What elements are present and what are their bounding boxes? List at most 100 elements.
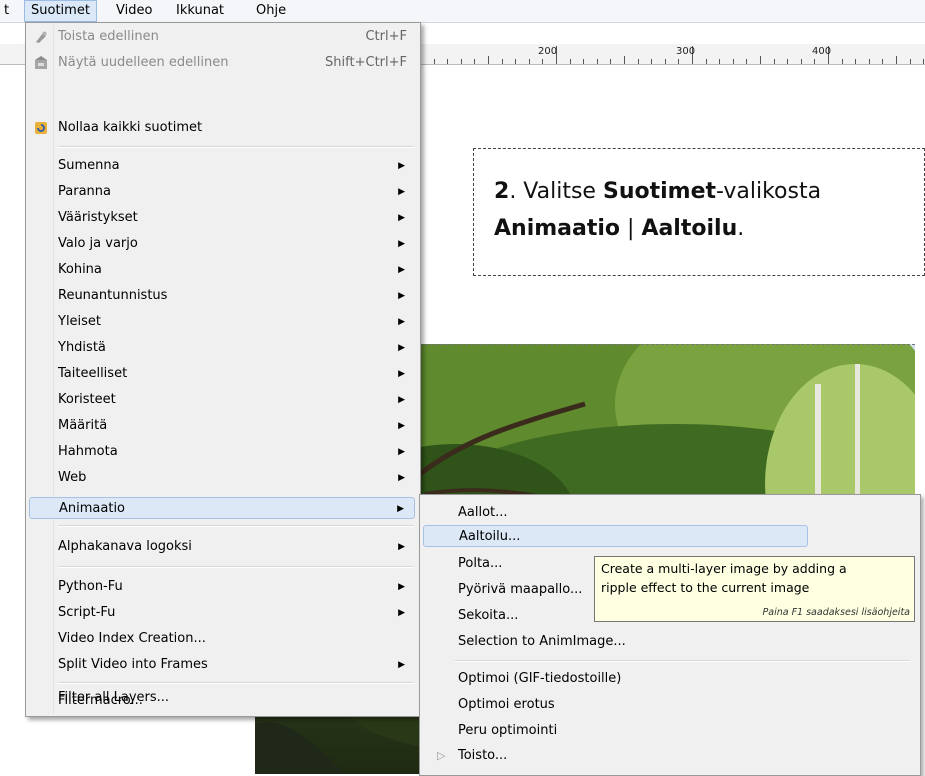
submenu-arrow-icon: ▶ <box>398 447 405 457</box>
menu-item-web[interactable]: Web ▶ <box>29 467 415 489</box>
ruler-tick <box>706 59 707 64</box>
menu-item-script-fu[interactable]: Script-Fu ▶ <box>29 602 415 624</box>
menu-item-light-shadow[interactable]: Valo ja varjo ▶ <box>29 233 415 255</box>
ruler-tick <box>529 59 530 64</box>
menu-item-label: Nollaa kaikki suotimet <box>58 120 203 135</box>
tooltip-line: Create a multi-layer image by adding a <box>601 561 847 576</box>
ruler-tick <box>855 59 856 64</box>
menu-item-split-video[interactable]: Split Video into Frames ▶ <box>29 654 415 676</box>
step-number: 2 <box>494 179 510 204</box>
menu-item-video-index[interactable]: Video Index Creation... <box>29 628 415 650</box>
menu-item-repeat-last[interactable]: Toista edellinen Ctrl+F <box>29 26 415 48</box>
menu-item-blur[interactable]: Sumenna ▶ <box>29 155 415 177</box>
menu-item-label: Pyörivä maapallo... <box>458 582 583 597</box>
submenu-item-waves[interactable]: Aallot... <box>423 502 913 524</box>
submenu-item-unoptimize[interactable]: Peru optimointi <box>423 720 913 742</box>
menu-item-combine[interactable]: Yhdistä ▶ <box>29 337 415 359</box>
menu-item-reset-all-filters[interactable]: Nollaa kaikki suotimet <box>29 117 415 139</box>
ruler-tick <box>542 59 543 64</box>
menu-item-artistic[interactable]: Taiteelliset ▶ <box>29 363 415 385</box>
submenu-arrow-icon: ▶ <box>398 542 405 552</box>
instruction-callout: 2. Valitse Suotimet-valikosta Animaatio … <box>473 148 925 276</box>
submenu-arrow-icon: ▶ <box>398 369 405 379</box>
ruler-tick <box>515 59 516 64</box>
menu-item-render[interactable]: Hahmota ▶ <box>29 441 415 463</box>
menu-item-decor[interactable]: Koristeet ▶ <box>29 389 415 411</box>
menu-item-noise[interactable]: Kohina ▶ <box>29 259 415 281</box>
menu-item-edge-detect[interactable]: Reunantunnistus ▶ <box>29 285 415 307</box>
menu-item-label: Optimoi erotus <box>458 697 555 712</box>
repeat-filter-icon <box>36 31 47 43</box>
animation-submenu: Aallot... Aaltoilu... Polta... Pyörivä m… <box>419 494 921 776</box>
menu-item-animation[interactable]: Animaatio ▶ <box>29 497 415 519</box>
menu-item-label: Toista edellinen <box>58 29 159 44</box>
menu-item-label: Animaatio <box>59 501 126 516</box>
menu-item-label: Valo ja varjo <box>58 236 138 251</box>
submenu-item-playback[interactable]: ▷ Toisto... <box>423 745 913 767</box>
menu-item-python-fu[interactable]: Python-Fu ▶ <box>29 576 415 598</box>
menu-item-label: Hahmota <box>58 444 118 459</box>
submenu-item-optimize-gif[interactable]: Optimoi (GIF-tiedostoille) <box>423 668 913 690</box>
submenu-arrow-icon: ▶ <box>398 473 405 483</box>
menubar-item-filters[interactable]: Suotimet <box>24 0 97 22</box>
menu-item-label: Web <box>58 470 87 485</box>
menu-item-label: Polta... <box>458 556 503 571</box>
ruler-tick <box>610 59 611 64</box>
reshow-filter-icon <box>35 56 47 69</box>
submenu-arrow-icon: ▶ <box>398 660 405 670</box>
menu-item-filtermacro[interactable]: Filtermacro... <box>29 690 415 712</box>
menu-item-label: Python-Fu <box>58 579 123 594</box>
menu-item-label: Toisto... <box>458 748 508 763</box>
menu-item-label: Yhdistä <box>58 340 106 355</box>
submenu-item-optimize-difference[interactable]: Optimoi erotus <box>423 694 913 716</box>
ruler-tick <box>801 59 802 64</box>
ruler-label-400: 400 <box>812 46 832 57</box>
ruler-tick <box>882 59 883 64</box>
ruler-tick <box>597 59 598 64</box>
menu-item-label: Optimoi (GIF-tiedostoille) <box>458 671 622 686</box>
instruction-separator: | <box>620 216 642 241</box>
submenu-item-rippling[interactable]: Aaltoilu... <box>423 525 808 547</box>
menubar-item-partial[interactable]: t <box>0 0 15 22</box>
ruler-tick <box>896 56 897 64</box>
submenu-arrow-icon: ▶ <box>398 421 405 431</box>
ruler-label-300: 300 <box>676 46 696 57</box>
menu-item-label: Split Video into Frames <box>58 657 208 672</box>
ruler-tick <box>502 59 503 64</box>
submenu-arrow-icon: ▶ <box>397 504 404 514</box>
menu-item-label: Taiteelliset <box>58 366 128 381</box>
menubar: t Suotimet Video Ikkunat Ohje <box>0 0 925 23</box>
selection-marquee <box>420 344 915 345</box>
menu-item-label: Kohina <box>58 262 102 277</box>
submenu-item-selection-to-animimage[interactable]: Selection to AnimImage... <box>423 631 913 653</box>
menubar-item-video[interactable]: Video <box>110 0 158 22</box>
ruler-tick <box>461 59 462 64</box>
submenu-arrow-icon: ▶ <box>398 317 405 327</box>
submenu-arrow-icon: ▶ <box>398 395 405 405</box>
menu-item-generic[interactable]: Yleiset ▶ <box>29 311 415 333</box>
submenu-arrow-icon: ▶ <box>398 239 405 249</box>
menu-item-label: Vääristykset <box>58 210 138 225</box>
menu-item-enhance[interactable]: Paranna ▶ <box>29 181 415 203</box>
instruction-fragment: . Valitse <box>509 179 603 204</box>
ruler-tick <box>760 56 761 64</box>
menu-item-distorts[interactable]: Vääristykset ▶ <box>29 207 415 229</box>
ruler-tick <box>678 59 679 64</box>
menu-item-label: Koristeet <box>58 392 116 407</box>
menu-item-label: Peru optimointi <box>458 723 558 738</box>
menubar-item-help[interactable]: Ohje <box>250 0 292 22</box>
ruler-tick <box>787 59 788 64</box>
ruler-tick <box>651 59 652 64</box>
ruler-tick <box>842 59 843 64</box>
filters-menu: Toista edellinen Ctrl+F Näytä uudelleen … <box>25 22 421 717</box>
menu-item-reshow-last[interactable]: Näytä uudelleen edellinen Shift+Ctrl+F <box>29 52 415 74</box>
submenu-arrow-icon: ▶ <box>398 343 405 353</box>
ruler-tick <box>719 59 720 64</box>
menubar-item-windows[interactable]: Ikkunat <box>170 0 230 22</box>
ruler-tick <box>638 59 639 64</box>
play-icon: ▷ <box>437 749 446 762</box>
menu-item-label: Video Index Creation... <box>58 631 206 646</box>
menu-item-map[interactable]: Määritä ▶ <box>29 415 415 437</box>
menu-item-alpha-to-logo[interactable]: Alphakanava logoksi ▶ <box>29 536 415 558</box>
ruler-tick <box>488 56 489 64</box>
